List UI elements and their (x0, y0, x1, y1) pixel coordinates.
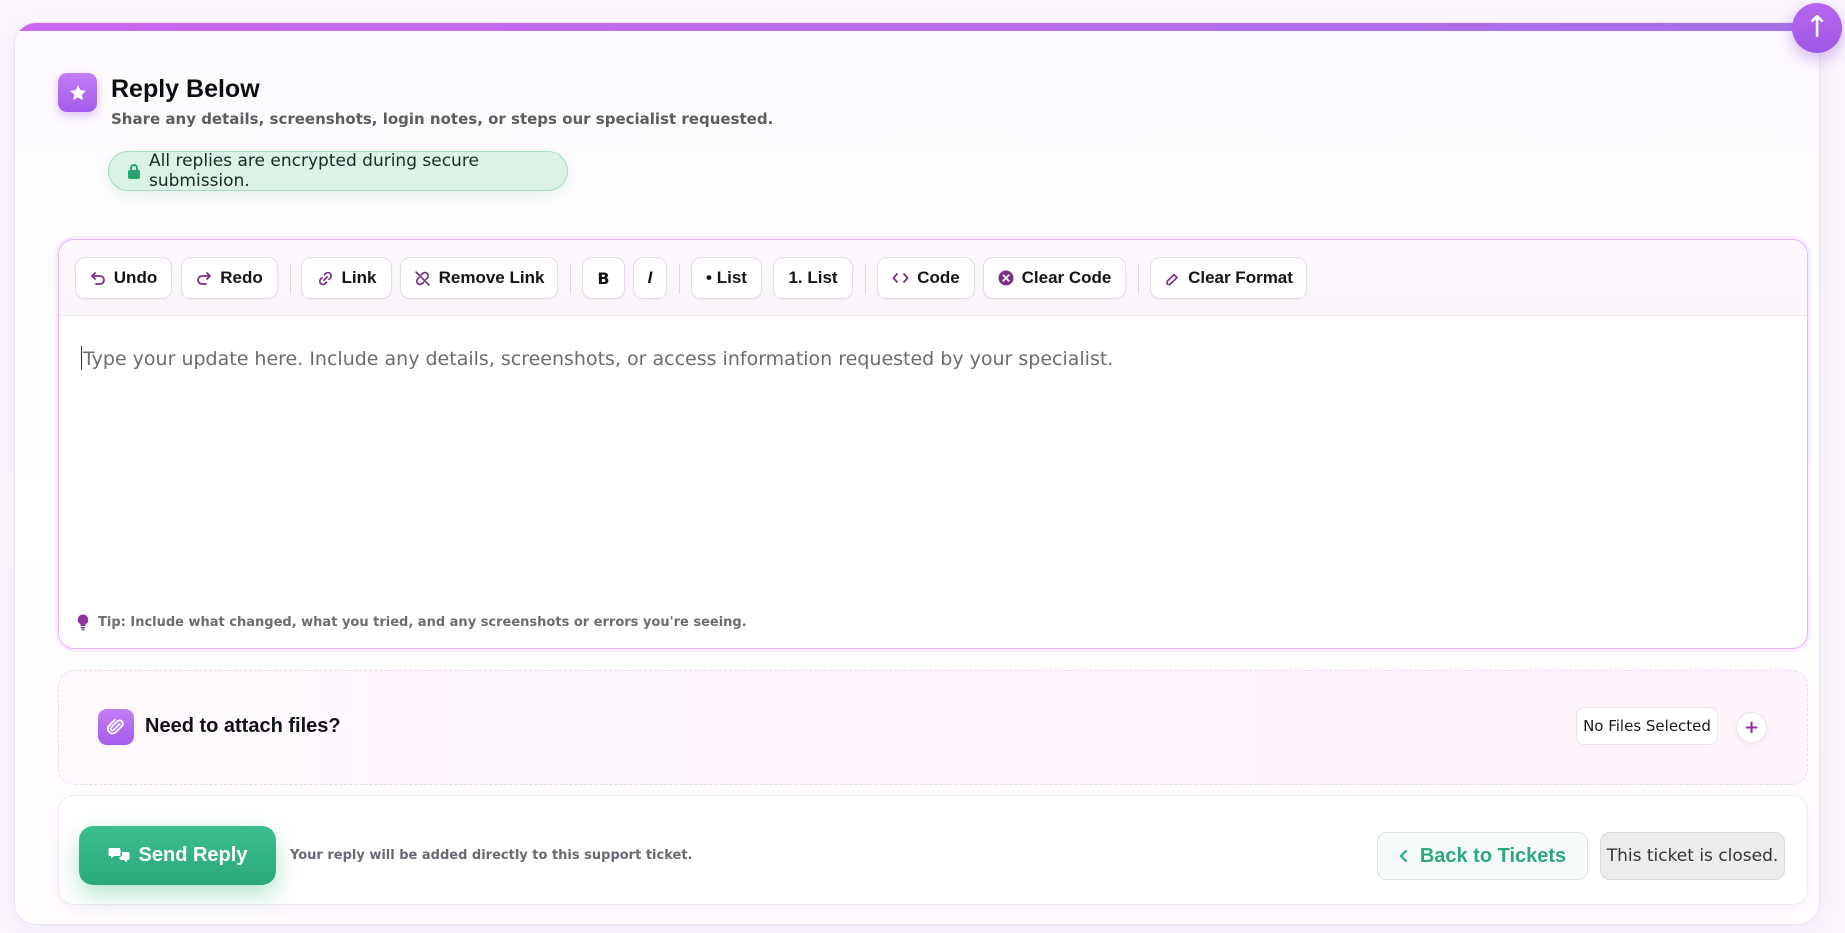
star-icon (58, 73, 97, 112)
reply-text-area[interactable]: Type your update here. Include any detai… (81, 346, 1785, 370)
unlink-icon (414, 270, 430, 286)
page-subtitle: Share any details, screenshots, login no… (111, 110, 774, 128)
card-accent-bar (15, 23, 1819, 31)
secure-notice-badge: All replies are encrypted during secure … (108, 151, 568, 191)
close-circle-icon (998, 270, 1014, 286)
clear-format-button[interactable]: Clear Format (1150, 257, 1307, 299)
lock-icon (127, 163, 141, 179)
toolbar-divider (865, 264, 866, 294)
editor-tip: Tip: Include what changed, what you trie… (77, 614, 747, 631)
code-icon (892, 273, 909, 283)
link-button[interactable]: Link (301, 257, 392, 299)
numbered-list-button[interactable]: 1. List (773, 257, 853, 299)
toolbar-divider (570, 264, 571, 294)
editor-placeholder: Type your update here. Include any detai… (83, 348, 1114, 370)
add-file-button[interactable]: + (1736, 712, 1767, 743)
undo-icon (90, 272, 105, 285)
file-status[interactable]: No Files Selected (1576, 707, 1718, 745)
clear-code-label: Clear Code (1021, 268, 1112, 287)
code-label: Code (917, 268, 960, 287)
clear-format-label: Clear Format (1188, 268, 1293, 287)
editor-tip-text: Tip: Include what changed, what you trie… (98, 615, 747, 630)
bullet-list-label: • List (706, 268, 747, 287)
send-note: Your reply will be added directly to thi… (290, 848, 693, 863)
code-button[interactable]: Code (877, 257, 975, 299)
arrow-up-icon: ↑ (1804, 10, 1830, 45)
toolbar-divider (1138, 264, 1139, 294)
italic-label: I (647, 268, 653, 287)
lightbulb-icon (77, 614, 89, 631)
back-to-tickets-label: Back to Tickets (1419, 844, 1567, 867)
paperclip-icon (98, 709, 134, 745)
bold-label: B (597, 268, 610, 288)
remove-link-button[interactable]: Remove Link (400, 257, 558, 299)
eraser-icon (1166, 273, 1178, 286)
attachments-title: Need to attach files? (145, 715, 341, 737)
ticket-closed-badge: This ticket is closed. (1600, 832, 1785, 880)
send-reply-button[interactable]: Send Reply (79, 826, 276, 885)
link-label: Link (341, 268, 377, 287)
redo-button[interactable]: Redo (181, 257, 278, 299)
undo-button[interactable]: Undo (75, 257, 172, 299)
toolbar-divider (679, 264, 680, 294)
chevron-left-icon (1399, 849, 1407, 863)
send-reply-label: Send Reply (138, 844, 248, 866)
editor-toolbar: Undo Redo Link Remove Link B I • List 1.… (59, 240, 1807, 316)
secure-notice-text: All replies are encrypted during secure … (149, 151, 479, 191)
chat-bubbles-icon (108, 847, 130, 862)
toolbar-divider (290, 264, 291, 294)
reply-card: Reply Below Share any details, screensho… (14, 22, 1820, 925)
text-caret (81, 346, 82, 370)
clear-code-button[interactable]: Clear Code (983, 257, 1126, 299)
numbered-list-label: 1. List (788, 268, 838, 287)
attachments-panel: Need to attach files? No Files Selected … (58, 670, 1808, 785)
redo-icon (197, 272, 212, 285)
page-title: Reply Below (111, 75, 260, 103)
italic-button[interactable]: I (633, 257, 667, 299)
reply-action-bar: Send Reply Your reply will be added dire… (58, 795, 1808, 905)
reply-editor: Undo Redo Link Remove Link B I • List 1.… (58, 239, 1808, 649)
undo-label: Undo (113, 268, 158, 287)
bold-button[interactable]: B (582, 257, 625, 299)
remove-link-label: Remove Link (438, 268, 545, 287)
link-icon (318, 271, 332, 285)
bullet-list-button[interactable]: • List (691, 257, 762, 299)
back-to-tickets-button[interactable]: Back to Tickets (1377, 832, 1588, 880)
redo-label: Redo (220, 268, 263, 287)
scroll-to-top-button[interactable]: ↑ (1792, 3, 1842, 53)
